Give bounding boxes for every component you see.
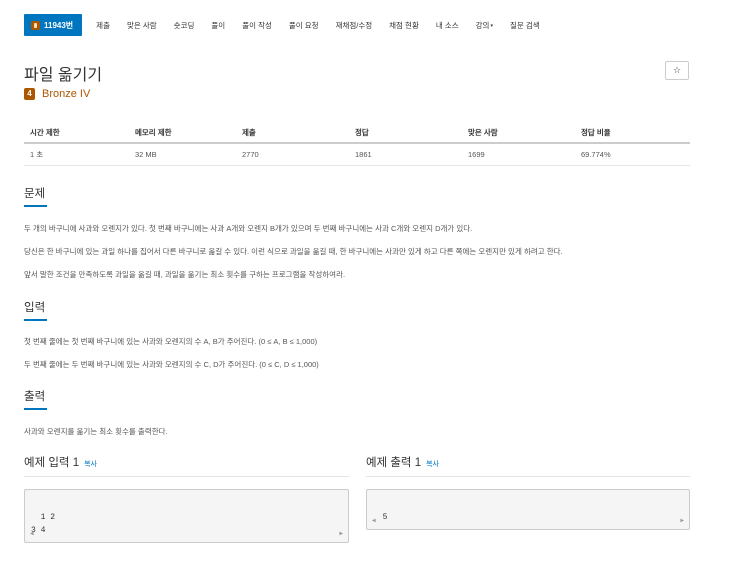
- nav-tab-solutions[interactable]: 풀이: [211, 20, 225, 31]
- header-time-limit: 시간 제한: [24, 123, 129, 144]
- nav-tab-request-solution[interactable]: 풀이 요청: [289, 20, 319, 31]
- sample-input-box[interactable]: 1 2 3 4 ◀ ▶: [24, 489, 349, 543]
- nav-tab-my-source[interactable]: 내 소스: [436, 20, 459, 31]
- output-description-line: 사과와 오렌지를 옮기는 최소 횟수를 출력한다.: [24, 427, 168, 436]
- table-row: 1 초 32 MB 2770 1861 1699 69.774%: [24, 143, 690, 166]
- problem-navbar: 11943번 제출 맞은 사람 숏코딩 풀이 풀이 작성 풀이 요청 재채점/수…: [0, 0, 743, 46]
- header-solved-users: 맞은 사람: [462, 123, 575, 144]
- nav-tab-submit[interactable]: 제출: [96, 20, 110, 31]
- nav-tab-problem-number-label: 11943번: [44, 20, 74, 30]
- nav-tab-write-solution[interactable]: 풀이 작성: [242, 20, 272, 31]
- nav-tab-short-coding[interactable]: 숏코딩: [174, 20, 195, 31]
- input-description-line: 첫 번째 줄에는 첫 번째 바구니에 있는 사과와 오렌지의 수 A, B가 주…: [24, 337, 318, 346]
- header-memory-limit: 메모리 제한: [129, 123, 236, 144]
- cell-accepted: 1861: [349, 143, 462, 166]
- nav-tab-status[interactable]: 채점 현황: [389, 20, 419, 31]
- sample-output-box[interactable]: 5 ◀ ▶: [366, 489, 690, 530]
- copy-sample-input-button[interactable]: 복사: [84, 459, 97, 469]
- problem-description-line: 당신은 한 바구니에 있는 과일 하나를 집어서 다른 바구니로 옮길 수 있다…: [24, 247, 563, 256]
- star-icon: ☆: [672, 65, 682, 75]
- chevron-down-icon: ▾: [490, 22, 493, 29]
- sample-input-divider: [24, 476, 349, 477]
- output-section-title: 출력: [24, 388, 47, 410]
- cell-solved-users: 1699: [462, 143, 575, 166]
- sample-input-text: 1 2 3 4: [31, 513, 56, 535]
- output-section-title-text: 출력: [24, 391, 46, 403]
- sample-output-header: 예제 출력 1 복사: [366, 454, 439, 470]
- tier-number: 4: [27, 89, 32, 98]
- nav-tab-rejudge[interactable]: 재채점/수정: [336, 20, 373, 31]
- cell-submissions: 2770: [236, 143, 349, 166]
- problem-section-title: 문제: [24, 185, 47, 207]
- nav-tab-question-search[interactable]: 질문 검색: [510, 20, 540, 31]
- sample-output-title: 예제 출력 1: [366, 457, 422, 469]
- problem-info-table: 시간 제한 메모리 제한 제출 정답 맞은 사람 정답 비율 1 초 32 MB…: [24, 123, 690, 166]
- input-section-title-text: 입력: [24, 302, 46, 314]
- sample-output-text: 5: [382, 513, 388, 522]
- tier-badge[interactable]: 4 Bronze IV: [24, 88, 90, 100]
- sample-input-title: 예제 입력 1: [24, 457, 80, 469]
- section-underline: [24, 205, 47, 207]
- input-section-title: 입력: [24, 299, 47, 321]
- bronze-tier-icon: 4: [24, 88, 35, 100]
- bronze-tier-icon: [31, 20, 40, 30]
- nav-tab-problem-number[interactable]: 11943번: [24, 14, 83, 36]
- section-underline: [24, 408, 47, 410]
- problem-section-title-text: 문제: [24, 188, 46, 200]
- sample-output-divider: [366, 476, 690, 477]
- section-underline: [24, 319, 47, 321]
- header-accept-ratio: 정답 비율: [575, 123, 690, 144]
- scroll-left-icon[interactable]: ◀: [30, 527, 34, 540]
- input-description-line: 두 번째 줄에는 두 번째 바구니에 있는 사과와 오렌지의 수 C, D가 주…: [24, 360, 319, 369]
- problem-description-line: 앞서 말한 조건을 만족하도록 과일을 옮길 때, 과일을 옮기는 최소 횟수를…: [24, 270, 346, 279]
- header-accepted: 정답: [349, 123, 462, 144]
- nav-tab-lectures-label: 강의: [475, 20, 490, 30]
- cell-memory-limit: 32 MB: [129, 143, 236, 166]
- star-button[interactable]: ☆: [665, 61, 689, 80]
- page-title: 파일 옮기기: [24, 67, 103, 84]
- copy-sample-output-button[interactable]: 복사: [426, 459, 439, 469]
- header-submissions: 제출: [236, 123, 349, 144]
- table-header-row: 시간 제한 메모리 제한 제출 정답 맞은 사람 정답 비율: [24, 123, 690, 144]
- cell-accept-ratio: 69.774%: [575, 143, 690, 166]
- scroll-right-icon[interactable]: ▶: [680, 514, 684, 527]
- problem-description-line: 두 개의 바구니에 사과와 오렌지가 있다. 첫 번째 바구니에는 사과 A개와…: [24, 224, 473, 233]
- scroll-right-icon[interactable]: ▶: [339, 527, 343, 540]
- cell-time-limit: 1 초: [24, 143, 129, 166]
- scroll-left-icon[interactable]: ◀: [372, 514, 376, 527]
- nav-tab-accepted-users[interactable]: 맞은 사람: [127, 20, 157, 31]
- sample-input-header: 예제 입력 1 복사: [24, 454, 97, 470]
- tier-label: Bronze IV: [42, 88, 91, 100]
- nav-tab-lectures[interactable]: 강의▾: [476, 20, 493, 31]
